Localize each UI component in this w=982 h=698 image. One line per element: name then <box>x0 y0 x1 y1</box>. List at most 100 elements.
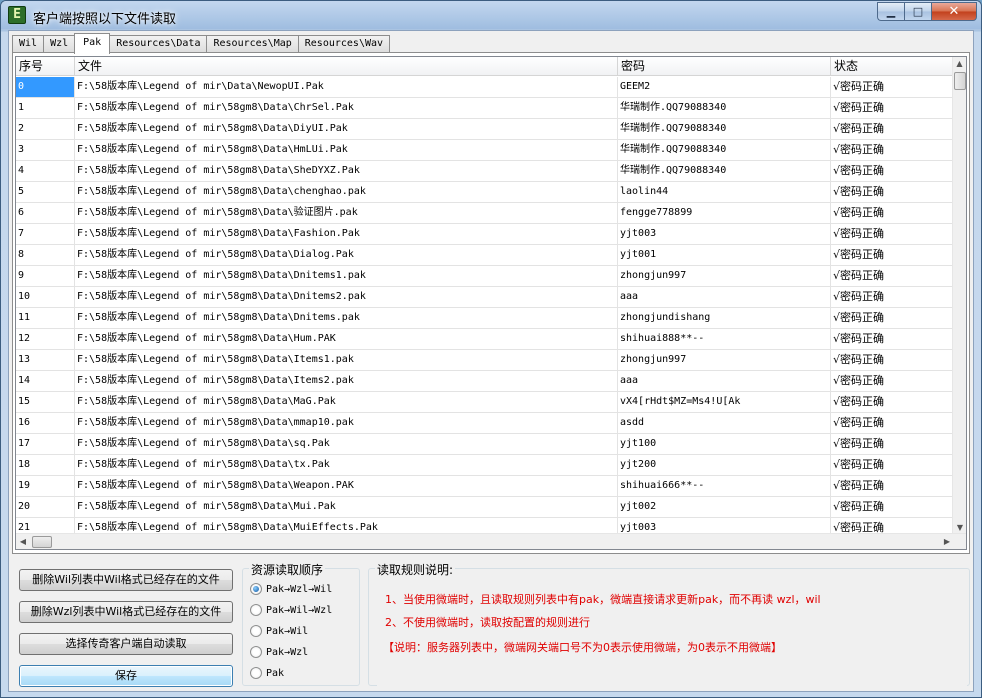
table-row[interactable]: 18 F:\58版本库\Legend of mir\58gm8\Data\tx.P… <box>16 455 954 476</box>
cell-file: F:\58版本库\Legend of mir\58gm8\Data\SheDYX… <box>75 161 618 182</box>
table-row[interactable]: 15 F:\58版本库\Legend of mir\58gm8\Data\MaG.… <box>16 392 954 413</box>
cell-password: zhongjundishang <box>618 308 831 329</box>
cell-status: √密码正确 <box>831 266 954 287</box>
file-table: 序号 文件 密码 状态 0 F:\58版本库\Legend of mir\Data… <box>15 56 967 550</box>
save-button[interactable]: 保存 <box>19 665 233 687</box>
table-row[interactable]: 20 F:\58版本库\Legend of mir\58gm8\Data\Mui.… <box>16 497 954 518</box>
cell-file: F:\58版本库\Legend of mir\58gm8\Data\Dialog… <box>75 245 618 266</box>
table-row[interactable]: 1 F:\58版本库\Legend of mir\58gm8\Data\ChrSe… <box>16 98 954 119</box>
cell-status: √密码正确 <box>831 476 954 497</box>
radio-icon[interactable] <box>250 667 262 679</box>
cell-file: F:\58版本库\Legend of mir\58gm8\Data\ChrSel… <box>75 98 618 119</box>
tab-wil[interactable]: Wil <box>12 35 45 53</box>
cell-file: F:\58版本库\Legend of mir\58gm8\Data\MaG.Pa… <box>75 392 618 413</box>
table-row[interactable]: 6 F:\58版本库\Legend of mir\58gm8\Data\验证图片.… <box>16 203 954 224</box>
radio-icon[interactable] <box>250 625 262 637</box>
cell-password: 华瑞制作.QQ79088340 <box>618 119 831 140</box>
table-row[interactable]: 4 F:\58版本库\Legend of mir\58gm8\Data\SheDY… <box>16 161 954 182</box>
table-row[interactable]: 0 F:\58版本库\Legend of mir\Data\NewopUI.Pak… <box>16 77 954 98</box>
vertical-scrollbar[interactable]: ▲ ▼ <box>952 57 966 535</box>
read-order-option[interactable]: Pak <box>250 665 284 681</box>
read-order-option-label: Pak→Wzl <box>266 646 309 658</box>
table-row[interactable]: 3 F:\58版本库\Legend of mir\58gm8\Data\HmLUi… <box>16 140 954 161</box>
table-row[interactable]: 12 F:\58版本库\Legend of mir\58gm8\Data\Hum.… <box>16 329 954 350</box>
cell-status: √密码正确 <box>831 161 954 182</box>
main-window: E 客户端按照以下文件读取 ▁ □ ✕ Wil Wzl Pak Resources\D… <box>0 0 982 698</box>
cell-index: 18 <box>16 455 75 476</box>
table-row[interactable]: 11 F:\58版本库\Legend of mir\58gm8\Data\Dnit… <box>16 308 954 329</box>
cell-file: F:\58版本库\Legend of mir\Data\NewopUI.Pak <box>75 77 618 98</box>
read-order-option[interactable]: Pak→Wil→Wzl <box>250 602 332 618</box>
table-row[interactable]: 14 F:\58版本库\Legend of mir\58gm8\Data\Item… <box>16 371 954 392</box>
cell-file: F:\58版本库\Legend of mir\58gm8\Data\HmLUi.… <box>75 140 618 161</box>
column-header-password[interactable]: 密码 <box>618 57 831 76</box>
read-order-option[interactable]: Pak→Wzl <box>250 644 308 660</box>
radio-icon[interactable] <box>250 604 262 616</box>
cell-password: shihuai888**-- <box>618 329 831 350</box>
cell-file: F:\58版本库\Legend of mir\58gm8\Data\验证图片.p… <box>75 203 618 224</box>
scroll-up-icon[interactable]: ▲ <box>953 57 966 71</box>
horizontal-scrollbar[interactable]: ◀ ▶ <box>16 533 966 549</box>
delete-wzl-button[interactable]: 删除Wzl列表中Wil格式已经存在的文件 <box>19 601 233 623</box>
read-order-option[interactable]: Pak→Wil <box>250 623 308 639</box>
cell-file: F:\58版本库\Legend of mir\58gm8\Data\Items2… <box>75 371 618 392</box>
close-button[interactable]: ✕ <box>931 2 977 21</box>
read-order-option-label: Pak→Wzl→Wil <box>266 583 333 595</box>
table-row[interactable]: 17 F:\58版本库\Legend of mir\58gm8\Data\sq.P… <box>16 434 954 455</box>
read-order-option-label: Pak <box>266 667 285 679</box>
rules-notes-panel: 1、当使用微端时，且读取规则列表中有pak，微端直接请求更新pak，而不再读 w… <box>377 587 967 691</box>
column-header-index[interactable]: 序号 <box>16 57 75 76</box>
cell-status: √密码正确 <box>831 434 954 455</box>
cell-index: 2 <box>16 119 75 140</box>
cell-file: F:\58版本库\Legend of mir\58gm8\Data\mmap10… <box>75 413 618 434</box>
cell-status: √密码正确 <box>831 455 954 476</box>
read-order-option-label: Pak→Wil <box>266 625 309 637</box>
cell-status: √密码正确 <box>831 119 954 140</box>
tab-pak[interactable]: Pak <box>74 33 111 54</box>
cell-status: √密码正确 <box>831 329 954 350</box>
read-order-option[interactable]: Pak→Wzl→Wil <box>250 581 332 597</box>
cell-index: 14 <box>16 371 75 392</box>
vertical-scroll-thumb[interactable] <box>954 72 966 90</box>
table-row[interactable]: 7 F:\58版本库\Legend of mir\58gm8\Data\Fashi… <box>16 224 954 245</box>
table-row[interactable]: 8 F:\58版本库\Legend of mir\58gm8\Data\Dialo… <box>16 245 954 266</box>
read-order-option-label: Pak→Wil→Wzl <box>266 604 333 616</box>
column-header-status[interactable]: 状态 <box>831 57 955 76</box>
cell-status: √密码正确 <box>831 497 954 518</box>
delete-wil-button[interactable]: 删除Wil列表中Wil格式已经存在的文件 <box>19 569 233 591</box>
choose-client-button[interactable]: 选择传奇客户端自动读取 <box>19 633 233 655</box>
table-row[interactable]: 16 F:\58版本库\Legend of mir\58gm8\Data\mmap… <box>16 413 954 434</box>
horizontal-scroll-thumb[interactable] <box>32 536 52 548</box>
cell-file: F:\58版本库\Legend of mir\58gm8\Data\Items1… <box>75 350 618 371</box>
table-row[interactable]: 13 F:\58版本库\Legend of mir\58gm8\Data\Item… <box>16 350 954 371</box>
cell-password: aaa <box>618 371 831 392</box>
cell-file: F:\58版本库\Legend of mir\58gm8\Data\Dnitem… <box>75 308 618 329</box>
cell-file: F:\58版本库\Legend of mir\58gm8\Data\sq.Pak <box>75 434 618 455</box>
tab-resources-data[interactable]: Resources\Data <box>109 35 208 53</box>
radio-icon[interactable] <box>250 646 262 658</box>
table-row[interactable]: 19 F:\58版本库\Legend of mir\58gm8\Data\Weap… <box>16 476 954 497</box>
tab-resources-map[interactable]: Resources\Map <box>206 35 299 53</box>
minimize-button[interactable]: ▁ <box>877 2 904 21</box>
title-bar[interactable]: E 客户端按照以下文件读取 ▁ □ ✕ <box>1 1 981 29</box>
cell-index: 4 <box>16 161 75 182</box>
radio-icon[interactable] <box>250 583 262 595</box>
cell-index: 3 <box>16 140 75 161</box>
scroll-left-icon[interactable]: ◀ <box>16 534 30 549</box>
cell-file: F:\58版本库\Legend of mir\58gm8\Data\tx.Pak <box>75 455 618 476</box>
table-row[interactable]: 10 F:\58版本库\Legend of mir\58gm8\Data\Dnit… <box>16 287 954 308</box>
scroll-right-icon[interactable]: ▶ <box>940 534 954 549</box>
cell-password: laolin44 <box>618 182 831 203</box>
table-row[interactable]: 9 F:\58版本库\Legend of mir\58gm8\Data\Dnite… <box>16 266 954 287</box>
table-row[interactable]: 2 F:\58版本库\Legend of mir\58gm8\Data\DiyUI… <box>16 119 954 140</box>
cell-index: 1 <box>16 98 75 119</box>
cell-password: yjt100 <box>618 434 831 455</box>
table-row[interactable]: 5 F:\58版本库\Legend of mir\58gm8\Data\cheng… <box>16 182 954 203</box>
maximize-button[interactable]: □ <box>904 2 931 21</box>
tab-wzl[interactable]: Wzl <box>43 35 76 53</box>
window-title: 客户端按照以下文件读取 <box>33 12 177 27</box>
cell-status: √密码正确 <box>831 140 954 161</box>
tab-resources-wav[interactable]: Resources\Wav <box>297 35 391 53</box>
rule-line-3: 【说明：服务器列表中，微端网关端口号不为0表示使用微端，为0表示不用微端】 <box>383 641 782 654</box>
column-header-file[interactable]: 文件 <box>75 57 618 76</box>
